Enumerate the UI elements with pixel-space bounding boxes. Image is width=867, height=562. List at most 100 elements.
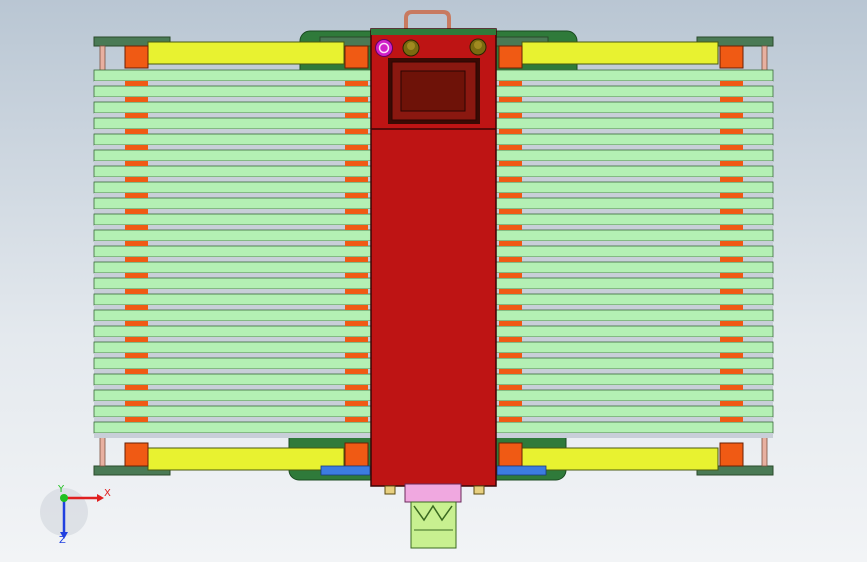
spacer-segment [499,129,522,134]
stack-plate [495,165,774,178]
stack-plate [495,405,774,418]
spacer-segment [720,401,743,406]
spacer-segment [499,417,522,422]
spacer-segment [345,321,368,326]
olive-knob-right-icon[interactable] [469,38,487,56]
stack-plate [495,133,774,146]
spacer-segment [125,337,148,342]
spacer-segment [499,193,522,198]
spacer-segment [720,369,743,374]
spacer-segment [720,161,743,166]
left-plate-stack[interactable] [93,69,372,438]
spacer-segment [125,225,148,230]
spacer-segment [720,321,743,326]
spacer-segment [720,353,743,358]
x-axis-label: X [104,488,111,499]
spacer-segment [345,353,368,358]
stack-plate [93,261,372,274]
control-panel [388,58,480,124]
spacer-segment [720,193,743,198]
spacer-segment [720,225,743,230]
stack-plate [495,181,774,194]
spacer-segment [720,337,743,342]
spacer-segment [499,81,522,86]
spacer-segment [499,289,522,294]
spacer-segment [345,289,368,294]
cad-viewport[interactable]: X Y Z [0,0,867,562]
spacer-segment [720,241,743,246]
stack-plate [495,197,774,210]
spacer-segment [720,129,743,134]
spacer-segment [345,209,368,214]
olive-knob-left-icon[interactable] [402,39,420,57]
stack-plate [93,101,372,114]
spacer-segment [345,129,368,134]
stack-plate [495,357,774,370]
stack-plate [93,181,372,194]
spacer-segment [499,337,522,342]
right-plate-stack[interactable] [495,69,774,438]
spacer-segment [499,209,522,214]
output-shaft[interactable] [410,501,457,549]
stack-plate [495,117,774,130]
spacer-segment [720,417,743,422]
spacer-segment [125,209,148,214]
spacer-segment [125,321,148,326]
spacer-segment [499,257,522,262]
spacer-segment [125,385,148,390]
spacer-segment [499,97,522,102]
stack-plate [495,341,774,354]
spacer-segment [720,97,743,102]
spacer-segment [345,177,368,182]
stack-plate [93,325,372,338]
top-handle[interactable] [404,10,451,31]
spacer-segment [125,417,148,422]
stack-plate [93,85,372,98]
stack-plate [495,101,774,114]
spacer-segment [125,257,148,262]
spacer-segment [125,289,148,294]
spacer-segment [345,145,368,150]
spacer-segment [499,161,522,166]
spacer-block [498,442,523,467]
spacer-segment [720,209,743,214]
stack-plate [93,341,372,354]
spacer-segment [125,193,148,198]
spacer-segment [125,81,148,86]
stack-plate [93,421,372,434]
y-axis-label: Y [57,484,65,495]
spacer-segment [499,273,522,278]
stack-plate [93,405,372,418]
spacer-segment [345,97,368,102]
spacer-segment [345,369,368,374]
spacer-block [124,45,149,69]
spacer-segment [499,401,522,406]
stack-plate [495,277,774,290]
spacer-segment [720,305,743,310]
stack-plate [93,245,372,258]
stack-plate [93,373,372,386]
spacer-segment [345,113,368,118]
stack-plate [495,245,774,258]
spacer-block [344,45,369,69]
spacer-block [124,442,149,467]
spacer-segment [499,225,522,230]
spacer-segment [720,81,743,86]
stack-plate [93,69,372,82]
spacer-segment [720,273,743,278]
spacer-segment [345,401,368,406]
spacer-block [719,442,744,467]
stack-plate [93,197,372,210]
stack-plate [495,421,774,434]
spacer-segment [499,113,522,118]
spacer-segment [499,305,522,310]
magenta-knob-icon[interactable] [375,39,393,57]
plate-gap [496,433,773,438]
spacer-segment [499,177,522,182]
orientation-triad[interactable]: X Y Z [40,484,111,546]
stack-plate [495,389,774,402]
spacer-segment [499,385,522,390]
spacer-segment [499,241,522,246]
spacer-segment [125,353,148,358]
spacer-segment [345,161,368,166]
